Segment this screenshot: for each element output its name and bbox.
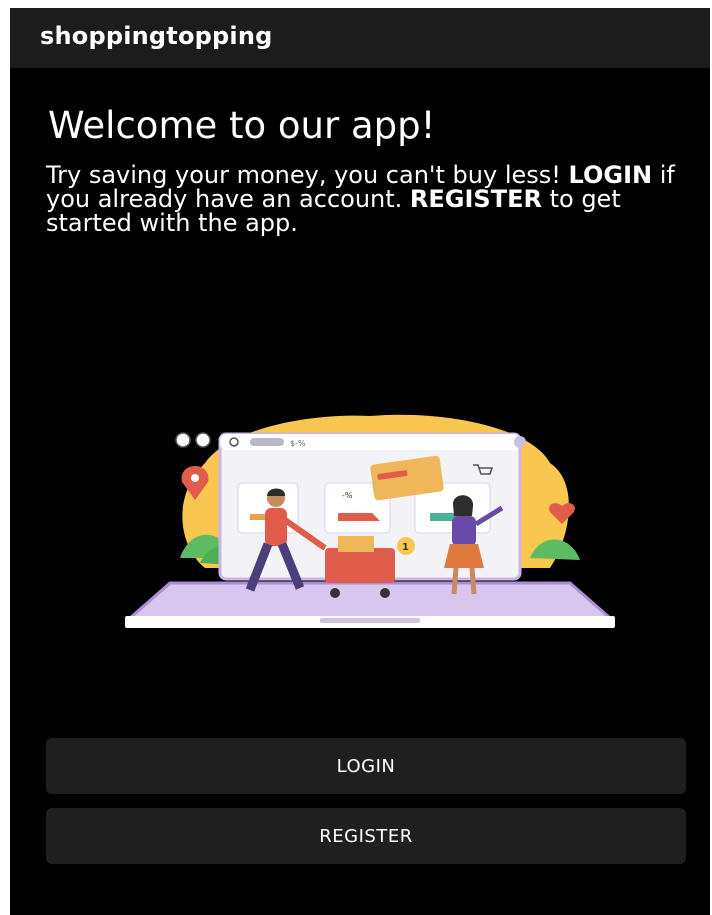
back-arrow-icon xyxy=(175,432,191,448)
price-badge-number: 1 xyxy=(402,542,409,553)
app-title: shoppingtopping xyxy=(40,22,273,50)
search-text: $-% xyxy=(290,439,306,448)
intro-register-word: REGISTER xyxy=(409,185,542,213)
forward-arrow-icon xyxy=(195,432,211,448)
register-button[interactable]: REGISTER xyxy=(46,808,686,864)
app-bar: shoppingtopping xyxy=(10,8,710,68)
cart-wheel-left xyxy=(330,588,340,598)
woman-top xyxy=(452,516,476,546)
woman-hair xyxy=(453,495,474,516)
cart-goods xyxy=(338,536,374,552)
price-symbol: $ xyxy=(388,556,394,567)
shopping-cart xyxy=(325,548,395,583)
man-body xyxy=(265,508,287,546)
discount-text: -% xyxy=(342,491,353,500)
woman-skirt xyxy=(444,544,484,568)
intro-text: Try saving your money, you can't buy les… xyxy=(46,163,686,235)
laptop-base xyxy=(126,581,614,620)
app-screen: shoppingtopping Welcome to our app! Try … xyxy=(10,8,710,915)
map-pin-dot xyxy=(191,474,199,482)
login-button[interactable]: LOGIN xyxy=(46,738,686,794)
laptop-trackpad xyxy=(320,618,420,623)
search-bar xyxy=(250,438,284,446)
shopping-illustration: $-% -% 1 $ xyxy=(125,414,615,628)
welcome-heading: Welcome to our app! xyxy=(48,104,436,147)
close-icon xyxy=(514,436,526,448)
cart-wheel-right xyxy=(380,588,390,598)
